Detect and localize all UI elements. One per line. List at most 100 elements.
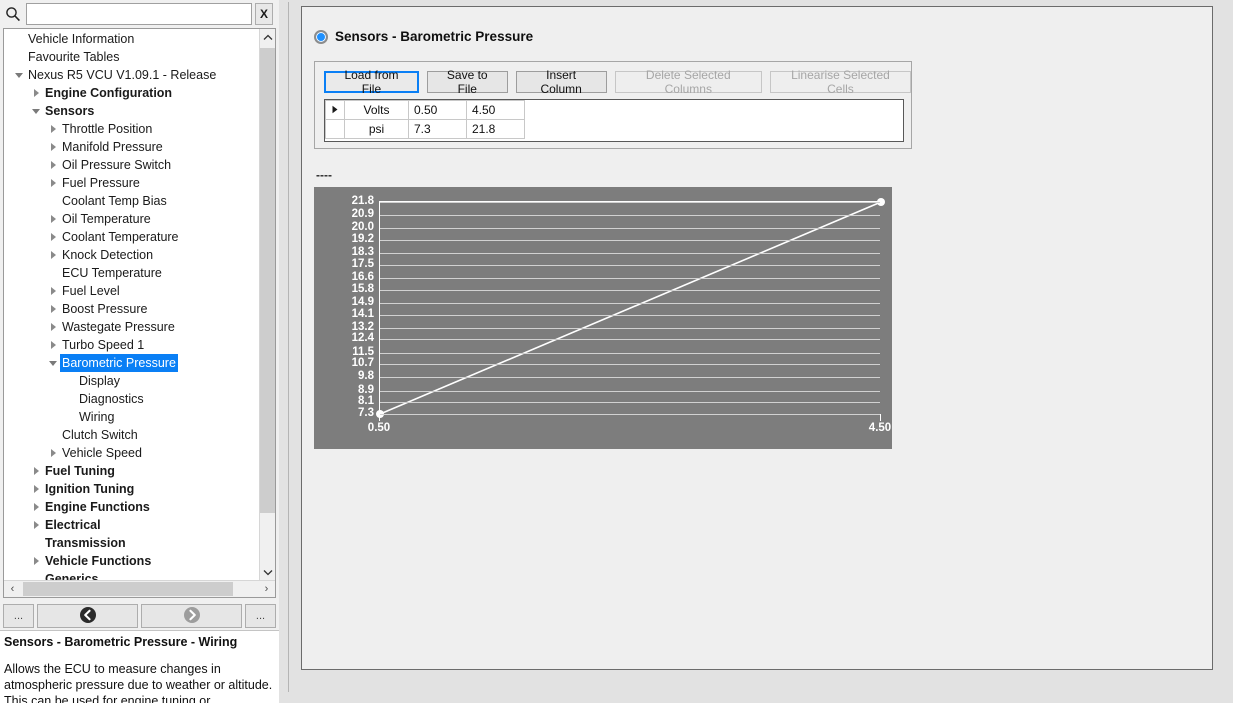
tree-item[interactable]: Favourite Tables <box>4 48 260 66</box>
navigate-back-button[interactable] <box>37 604 138 628</box>
chart-gridline <box>380 202 880 203</box>
tree-hscrollbar-thumb[interactable] <box>23 582 233 596</box>
tree-item[interactable]: Diagnostics <box>4 390 260 408</box>
chart-y-tick-label: 15.8 <box>351 282 374 295</box>
more-left-button[interactable]: ... <box>3 604 34 628</box>
page-title-text: Sensors - Barometric Pressure <box>335 29 534 44</box>
chart-gridline <box>380 327 880 329</box>
tree-item-label: Ignition Tuning <box>45 482 135 496</box>
tree-item[interactable]: Engine Configuration <box>4 84 260 102</box>
chevron-right-icon[interactable] <box>46 174 60 192</box>
search-input[interactable] <box>26 3 252 25</box>
more-right-button[interactable]: ... <box>245 604 276 628</box>
chevron-right-icon[interactable] <box>46 318 60 336</box>
tree-item[interactable]: Oil Pressure Switch <box>4 156 260 174</box>
chevron-right-icon[interactable] <box>46 228 60 246</box>
tree-item[interactable]: Oil Temperature <box>4 210 260 228</box>
tree-vertical-scrollbar[interactable] <box>259 29 275 581</box>
tree-item[interactable]: Vehicle Speed <box>4 444 260 462</box>
search-clear-button[interactable]: X <box>255 3 273 25</box>
calibration-table-container[interactable]: Volts 0.50 4.50 psi 7.3 21.8 <box>324 99 904 142</box>
tree-item-label: Knock Detection <box>62 248 154 262</box>
tree-horizontal-scrollbar[interactable]: ‹ › <box>4 580 275 597</box>
tree-item[interactable]: Coolant Temp Bias <box>4 192 260 210</box>
tree-item[interactable]: Sensors <box>4 102 260 120</box>
chevron-right-icon[interactable] <box>46 282 60 300</box>
tree-item[interactable]: ECU Temperature <box>4 264 260 282</box>
chart-gridline <box>380 228 880 230</box>
tree-item[interactable]: Boost Pressure <box>4 300 260 318</box>
row-selector-icon[interactable] <box>325 119 345 139</box>
tree-item[interactable]: Fuel Pressure <box>4 174 260 192</box>
tree-item[interactable]: Transmission <box>4 534 260 552</box>
chevron-right-icon[interactable] <box>29 498 43 516</box>
calibration-table[interactable]: Volts 0.50 4.50 psi 7.3 21.8 <box>325 100 525 139</box>
tree-item[interactable]: Clutch Switch <box>4 426 260 444</box>
chart-y-tick-label: 13.2 <box>351 320 374 333</box>
chevron-right-icon[interactable] <box>46 120 60 138</box>
chart-y-tick-label: 8.1 <box>358 395 374 408</box>
save-to-file-button[interactable]: Save to File <box>426 68 508 96</box>
tree-item[interactable]: Knock Detection <box>4 246 260 264</box>
tree-item[interactable]: Turbo Speed 1 <box>4 336 260 354</box>
chart-gridline <box>380 240 880 241</box>
table-cell[interactable]: 21.8 <box>466 119 525 139</box>
tree-item[interactable]: Fuel Tuning <box>4 462 260 480</box>
tree-item[interactable]: Manifold Pressure <box>4 138 260 156</box>
chevron-right-icon[interactable] <box>46 210 60 228</box>
separator-label: ---- <box>316 168 332 182</box>
tree-item[interactable]: Nexus R5 VCU V1.09.1 - Release <box>4 66 260 84</box>
row-selector-icon[interactable] <box>325 100 345 120</box>
scroll-up-icon[interactable] <box>260 29 275 46</box>
tree-item[interactable]: Wiring <box>4 408 260 426</box>
table-row-header[interactable]: Volts <box>344 100 409 120</box>
navigation-tree[interactable]: Vehicle Information Favourite Tables Nexus… <box>4 29 260 581</box>
navigate-forward-button[interactable] <box>141 604 242 628</box>
tree-item[interactable]: Display <box>4 372 260 390</box>
chevron-right-icon[interactable] <box>46 300 60 318</box>
tree-item[interactable]: Ignition Tuning <box>4 480 260 498</box>
tree-item[interactable]: Vehicle Functions <box>4 552 260 570</box>
tree-item[interactable]: Engine Functions <box>4 498 260 516</box>
chevron-right-icon[interactable] <box>29 552 43 570</box>
chevron-right-icon[interactable] <box>46 246 60 264</box>
chevron-down-icon[interactable] <box>29 102 43 120</box>
tree-item[interactable]: Vehicle Information <box>4 30 260 48</box>
table-cell[interactable]: 0.50 <box>408 100 467 120</box>
tree-item[interactable]: Throttle Position <box>4 120 260 138</box>
table-row[interactable]: psi 7.3 21.8 <box>325 119 525 139</box>
chevron-right-icon[interactable] <box>46 156 60 174</box>
tree-item[interactable]: Barometric Pressure <box>4 354 260 372</box>
tree-item[interactable]: Fuel Level <box>4 282 260 300</box>
chevron-down-icon[interactable] <box>46 354 60 372</box>
tree-item[interactable]: Coolant Temperature <box>4 228 260 246</box>
calibration-chart[interactable]: 21.8 20.9 20.0 19.2 18.3 17.5 16.6 15.8 14.9 14.1… <box>314 187 892 449</box>
table-cell[interactable]: 4.50 <box>466 100 525 120</box>
chart-gridline <box>380 264 880 266</box>
tree-item[interactable]: Electrical <box>4 516 260 534</box>
scroll-right-icon[interactable]: › <box>258 581 275 597</box>
chevron-down-icon[interactable] <box>12 66 26 84</box>
table-row[interactable]: Volts 0.50 4.50 <box>325 100 525 120</box>
tree-item[interactable]: Wastegate Pressure <box>4 318 260 336</box>
tree-scrollbar-thumb[interactable] <box>260 48 275 513</box>
table-row-header[interactable]: psi <box>344 119 409 139</box>
insert-column-button[interactable]: Insert Column <box>515 68 607 96</box>
scroll-left-icon[interactable]: ‹ <box>4 581 21 597</box>
chevron-right-icon[interactable] <box>29 480 43 498</box>
load-from-file-button[interactable]: Load from File <box>324 68 419 96</box>
chevron-right-icon[interactable] <box>46 444 60 462</box>
scroll-down-icon[interactable] <box>260 564 275 581</box>
chevron-right-icon[interactable] <box>46 138 60 156</box>
chevron-right-icon[interactable] <box>29 462 43 480</box>
chevron-right-icon[interactable] <box>29 516 43 534</box>
chevron-right-icon[interactable] <box>29 84 43 102</box>
chevron-right-icon[interactable] <box>46 336 60 354</box>
tree-item-label: Nexus R5 VCU V1.09.1 - Release <box>28 68 217 82</box>
table-cell[interactable]: 7.3 <box>408 119 467 139</box>
sidebar: X Vehicle Information Favourite Tables Nex… <box>0 0 279 703</box>
